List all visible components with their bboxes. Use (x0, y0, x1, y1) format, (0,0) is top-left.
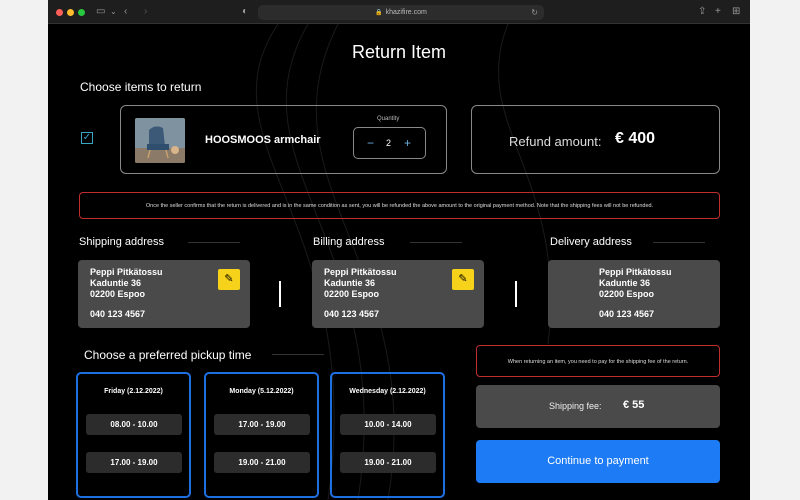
shipping-fee-box: Shipping fee: € 55 (476, 385, 720, 428)
delivery-address-heading: Delivery address (550, 236, 632, 248)
billing-address-heading: Billing address (313, 236, 385, 248)
pencil-icon: ✎ (458, 273, 468, 285)
address-bar[interactable]: 🔒 khazifire.com ↻ (258, 5, 544, 20)
back-icon[interactable]: ‹ (124, 5, 127, 19)
browser-toolbar: ▭ ⌄ ‹ › ◐ 🔒 khazifire.com ↻ ⇪ + ⊞ (48, 0, 750, 24)
maximize-window-icon[interactable] (78, 9, 85, 16)
pickup-slot[interactable]: 17.00 - 19.00 (86, 452, 182, 473)
pickup-day-label: Monday (5.12.2022) (229, 388, 294, 395)
chevron-down-icon[interactable]: ⌄ (110, 5, 117, 19)
item-checkbox[interactable]: ✓ (81, 132, 93, 144)
pickup-slot[interactable]: 08.00 - 10.00 (86, 414, 182, 435)
pickup-heading: Choose a preferred pickup time (84, 348, 252, 362)
pencil-icon: ✎ (224, 273, 234, 285)
address-postal: 02200 Espoo (90, 289, 146, 299)
pickup-slot[interactable]: 17.00 - 19.00 (214, 414, 310, 435)
quantity-value: 2 (386, 138, 392, 148)
quantity-label: Quantity (377, 116, 400, 122)
address-lines: Peppi Pitkätossu Kaduntie 36 02200 Espoo (324, 267, 397, 300)
items-heading: Choose items to return (80, 80, 202, 94)
refund-value: € 400 (615, 130, 656, 147)
minimize-window-icon[interactable] (67, 9, 74, 16)
sidebar-toggle-icon[interactable]: ▭ (96, 5, 105, 19)
tab-overview-icon[interactable]: ⊞ (732, 5, 740, 19)
refund-label: Refund amount: (509, 134, 602, 149)
address-phone: 040 123 4567 (324, 309, 380, 319)
new-tab-icon[interactable]: + (715, 5, 721, 19)
pickup-day-label: Friday (2.12.2022) (104, 388, 163, 395)
edit-billing-address-button[interactable]: ✎ (452, 269, 474, 290)
shipping-fee-notice: When returning an item, you need to pay … (476, 345, 720, 377)
page-title: Return Item (351, 42, 447, 62)
pickup-slot[interactable]: 19.00 - 21.00 (340, 452, 436, 473)
shipping-address-heading: Shipping address (79, 236, 165, 248)
privacy-shield-icon[interactable]: ◐ (242, 5, 248, 19)
billing-address-card: Peppi Pitkätossu Kaduntie 36 02200 Espoo… (312, 260, 484, 328)
shipping-address-card: Peppi Pitkätossu Kaduntie 36 02200 Espoo… (78, 260, 250, 328)
address-street: Kaduntie 36 (599, 278, 651, 288)
share-icon[interactable]: ⇪ (698, 5, 706, 19)
item-card: HOOSMOOS armchair Quantity − 2 + (120, 105, 447, 174)
divider (653, 242, 705, 243)
pickup-slot[interactable]: 10.00 - 14.00 (340, 414, 436, 435)
close-window-icon[interactable] (56, 9, 63, 16)
pickup-day-card[interactable]: Monday (5.12.2022) 17.00 - 19.00 19.00 -… (204, 372, 319, 498)
separator (515, 281, 517, 307)
refund-card: Refund amount: € 400 (471, 105, 720, 174)
pickup-day-card[interactable]: Friday (2.12.2022) 08.00 - 10.00 17.00 -… (76, 372, 191, 498)
divider (410, 242, 462, 243)
address-postal: 02200 Espoo (324, 289, 380, 299)
address-name: Peppi Pitkätossu (90, 267, 163, 277)
forward-icon[interactable]: › (144, 5, 147, 19)
url-text: khazifire.com (385, 9, 427, 16)
quantity-stepper[interactable]: − 2 + (353, 127, 426, 159)
delivery-address-card: Peppi Pitkätossu Kaduntie 36 02200 Espoo… (548, 260, 720, 328)
continue-to-payment-button[interactable]: Continue to payment (476, 440, 720, 483)
shipping-fee-label: Shipping fee: (549, 401, 602, 411)
address-street: Kaduntie 36 (324, 278, 376, 288)
divider (188, 242, 240, 243)
address-phone: 040 123 4567 (90, 309, 146, 319)
pickup-day-card[interactable]: Wednesday (2.12.2022) 10.00 - 14.00 19.0… (330, 372, 445, 498)
edit-shipping-address-button[interactable]: ✎ (218, 269, 240, 290)
product-name: HOOSMOOS armchair (205, 134, 321, 146)
separator (279, 281, 281, 307)
address-lines: Peppi Pitkätossu Kaduntie 36 02200 Espoo (599, 267, 672, 300)
page-content: Return Item Choose items to return ✓ HOO… (48, 24, 750, 500)
increase-quantity-button[interactable]: + (404, 136, 411, 150)
shipping-fee-value: € 55 (623, 399, 645, 411)
lock-icon: 🔒 (375, 10, 383, 16)
address-phone: 040 123 4567 (599, 309, 655, 319)
pickup-day-label: Wednesday (2.12.2022) (349, 388, 426, 395)
refund-notice: Once the seller confirms that the return… (79, 192, 720, 219)
decrease-quantity-button[interactable]: − (367, 136, 374, 150)
product-image (135, 118, 185, 163)
pickup-slot[interactable]: 19.00 - 21.00 (214, 452, 310, 473)
divider (272, 354, 324, 355)
address-street: Kaduntie 36 (90, 278, 142, 288)
address-lines: Peppi Pitkätossu Kaduntie 36 02200 Espoo (90, 267, 163, 300)
address-postal: 02200 Espoo (599, 289, 655, 299)
address-name: Peppi Pitkätossu (599, 267, 672, 277)
address-name: Peppi Pitkätossu (324, 267, 397, 277)
reload-icon[interactable]: ↻ (531, 5, 538, 20)
